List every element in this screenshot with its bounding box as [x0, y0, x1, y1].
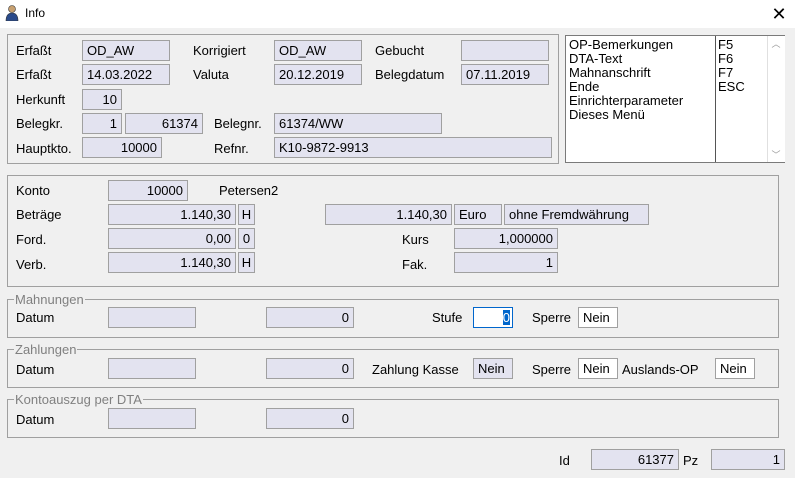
belegnr-label: Belegnr.: [214, 116, 262, 131]
gebucht-field[interactable]: [461, 40, 549, 61]
kontoauszug-value-field[interactable]: 0: [266, 408, 354, 429]
fw-betrag-field[interactable]: 1.140,30: [325, 204, 452, 225]
refnr-field[interactable]: K10-9872-9913: [274, 137, 552, 158]
stufe-label: Stufe: [432, 310, 463, 325]
mahnungen-datum-label: Datum: [16, 310, 55, 325]
shortcut-keys: F5 F6 F7 ESC: [718, 38, 766, 94]
belegkr-field-2[interactable]: 61374: [125, 113, 203, 134]
zahlungen-datum-label: Datum: [16, 362, 55, 377]
zahlungen-legend: Zahlungen: [14, 342, 78, 357]
ford-field[interactable]: 0,00: [108, 228, 236, 249]
column-divider: [715, 36, 716, 162]
betraege-sh-field[interactable]: H: [238, 204, 255, 225]
erfasst-date-label: Erfaßt: [16, 67, 52, 82]
window-title: Info: [25, 6, 46, 20]
id-label: Id: [559, 453, 570, 468]
valuta-label: Valuta: [193, 67, 229, 82]
app-icon: [5, 5, 19, 22]
zahlungen-sperre-field[interactable]: Nein: [578, 358, 618, 379]
auslands-op-field[interactable]: Nein: [715, 358, 755, 379]
stufe-value: 0: [502, 310, 510, 325]
mahnungen-sperre-label: Sperre: [532, 310, 572, 325]
pz-field[interactable]: 1: [711, 449, 785, 470]
title-bar: [0, 0, 795, 28]
belegkr-field-1[interactable]: 1: [82, 113, 122, 134]
fak-field[interactable]: 1: [454, 252, 558, 273]
valuta-field[interactable]: 20.12.2019: [274, 64, 362, 85]
shortcut-labels: OP-Bemerkungen DTA-Text Mahnanschrift En…: [569, 38, 715, 122]
close-button[interactable]: ✕: [766, 2, 792, 26]
shortcut-menu-list[interactable]: ︿ ﹀ OP-Bemerkungen DTA-Text Mahnanschrif…: [565, 35, 785, 163]
mahnungen-value-field[interactable]: 0: [266, 307, 354, 328]
erfasst-label: Erfaßt: [16, 43, 52, 58]
shortcut-key-f5: F5: [718, 37, 734, 52]
mahnungen-sperre-field[interactable]: Nein: [578, 307, 618, 328]
menu-item-einrichterparameter[interactable]: Einrichterparameter: [569, 94, 715, 108]
konto-name: Petersen2: [219, 183, 279, 198]
shortcut-key-f6: F6: [718, 51, 734, 66]
menu-item-ende[interactable]: Ende: [569, 80, 715, 94]
zahlung-kasse-label: Zahlung Kasse: [372, 362, 459, 377]
currency-field[interactable]: Euro: [454, 204, 502, 225]
scroll-down-icon[interactable]: ﹀: [768, 148, 784, 161]
shortcut-key-f7: F7: [718, 65, 734, 80]
mahnungen-datum-field[interactable]: [108, 307, 196, 328]
erfasst-date-field[interactable]: 14.03.2022: [82, 64, 170, 85]
hauptkto-label: Hauptkto.: [16, 141, 72, 156]
konto-field[interactable]: 10000: [108, 180, 188, 201]
gebucht-label: Gebucht: [375, 43, 425, 58]
kurs-label: Kurs: [402, 232, 429, 247]
zahlungen-value-field[interactable]: 0: [266, 358, 354, 379]
menu-item-dieses-menue[interactable]: Dieses Menü: [569, 108, 715, 122]
kontoauszug-datum-field[interactable]: [108, 408, 196, 429]
korrigiert-label: Korrigiert: [193, 43, 246, 58]
stufe-field[interactable]: 0: [473, 307, 513, 328]
betraege-label: Beträge: [16, 207, 62, 222]
shortcut-key-esc: ESC: [718, 79, 745, 94]
herkunft-field[interactable]: 10: [82, 89, 122, 110]
verb-sh-field[interactable]: H: [238, 252, 255, 273]
scroll-up-icon[interactable]: ︿: [768, 37, 784, 50]
hauptkto-field[interactable]: 10000: [82, 137, 162, 158]
fremdwaehrung-field[interactable]: ohne Fremdwährung: [504, 204, 649, 225]
verb-label: Verb.: [16, 257, 47, 272]
erfasst-by-field[interactable]: OD_AW: [82, 40, 170, 61]
belegdatum-field[interactable]: 07.11.2019: [461, 64, 549, 85]
id-field[interactable]: 61377: [591, 449, 679, 470]
kontoauszug-legend: Kontoauszug per DTA: [14, 392, 143, 407]
auslands-op-label: Auslands-OP: [622, 362, 699, 377]
herkunft-label: Herkunft: [16, 92, 66, 107]
zahlungen-sperre-label: Sperre: [532, 362, 572, 377]
belegkr-label: Belegkr.: [16, 116, 63, 131]
mahnungen-legend: Mahnungen: [14, 292, 85, 307]
menu-item-op-bemerkungen[interactable]: OP-Bemerkungen: [569, 38, 715, 52]
kurs-field[interactable]: 1,000000: [454, 228, 558, 249]
belegnr-field[interactable]: 61374/WW: [274, 113, 442, 134]
scrollbar[interactable]: ︿ ﹀: [767, 36, 785, 162]
menu-item-dta-text[interactable]: DTA-Text: [569, 52, 715, 66]
menu-item-mahnanschrift[interactable]: Mahnanschrift: [569, 66, 715, 80]
ford-label: Ford.: [16, 232, 47, 247]
zahlungen-datum-field[interactable]: [108, 358, 196, 379]
verb-field[interactable]: 1.140,30: [108, 252, 236, 273]
kontoauszug-datum-label: Datum: [16, 412, 55, 427]
fak-label: Fak.: [402, 257, 428, 272]
ford-sh-field[interactable]: 0: [238, 228, 255, 249]
belegdatum-label: Belegdatum: [375, 67, 445, 82]
zahlung-kasse-field[interactable]: Nein: [473, 358, 513, 379]
refnr-label: Refnr.: [214, 141, 249, 156]
konto-label: Konto: [16, 183, 50, 198]
pz-label: Pz: [683, 453, 699, 468]
korrigiert-by-field[interactable]: OD_AW: [274, 40, 362, 61]
betraege-field[interactable]: 1.140,30: [108, 204, 236, 225]
